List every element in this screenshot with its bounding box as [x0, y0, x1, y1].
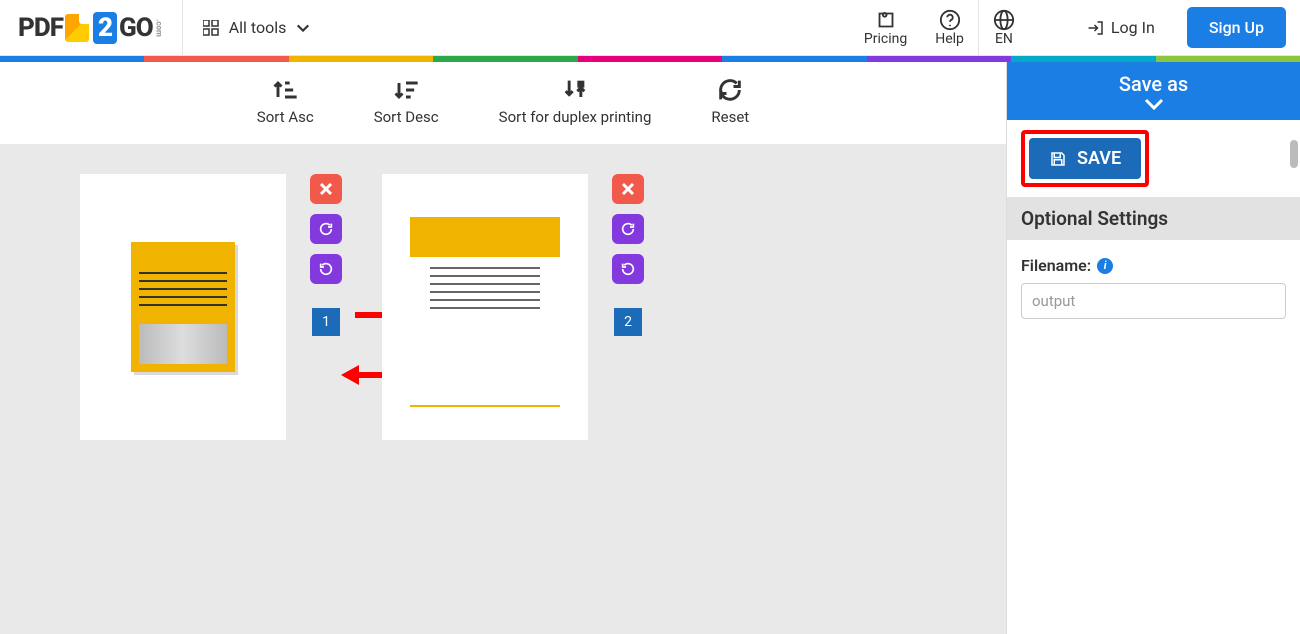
- language-label: EN: [995, 31, 1013, 47]
- all-tools-label: All tools: [229, 18, 287, 37]
- reset-button[interactable]: Reset: [711, 76, 749, 126]
- logo-go: GO: [119, 13, 153, 43]
- page-controls: 1: [310, 174, 342, 336]
- close-icon: [621, 182, 635, 196]
- main-area: Sort Asc Sort Desc Sort for duplex print…: [0, 62, 1300, 634]
- sort-desc-button[interactable]: Sort Desc: [374, 76, 439, 126]
- save-as-dropdown[interactable]: Save as: [1007, 62, 1300, 120]
- sort-asc-button[interactable]: Sort Asc: [257, 76, 314, 126]
- sort-desc-label: Sort Desc: [374, 108, 439, 126]
- save-button-area: SAVE: [1007, 120, 1300, 197]
- rotate-ccw-button[interactable]: [310, 254, 342, 284]
- login-button[interactable]: Log In: [1069, 18, 1173, 37]
- tag-icon: [875, 9, 897, 31]
- save-icon: [1049, 150, 1067, 168]
- reset-icon: [716, 76, 744, 104]
- page-number: 2: [614, 308, 642, 336]
- rotate-ccw-icon: [318, 261, 334, 277]
- help-label: Help: [935, 31, 964, 47]
- login-icon: [1087, 19, 1105, 37]
- close-icon: [319, 182, 333, 196]
- rotate-cw-button[interactable]: [612, 214, 644, 244]
- help-link[interactable]: Help: [921, 0, 978, 55]
- duplex-icon: [561, 76, 589, 104]
- page-thumbnail[interactable]: [382, 174, 588, 440]
- scrollbar-thumb[interactable]: [1290, 140, 1298, 168]
- logo[interactable]: PDF 2 GO .com: [0, 0, 182, 55]
- annotation-highlight: SAVE: [1021, 130, 1149, 187]
- filename-section: Filename: i: [1007, 240, 1300, 335]
- right-panel: Save as SAVE Optional Settings Filename:…: [1006, 62, 1300, 634]
- rotate-ccw-icon: [620, 261, 636, 277]
- filename-input[interactable]: [1021, 283, 1286, 319]
- thumb-preview: [410, 207, 560, 407]
- rotate-cw-icon: [318, 221, 334, 237]
- thumb-preview: [131, 242, 235, 372]
- rotate-cw-icon: [620, 221, 636, 237]
- reset-label: Reset: [711, 108, 749, 126]
- top-header: PDF 2 GO .com All tools Pricing Help EN …: [0, 0, 1300, 56]
- page-group: 2: [382, 174, 644, 604]
- pricing-link[interactable]: Pricing: [850, 0, 921, 55]
- optional-settings-header: Optional Settings: [1007, 197, 1300, 240]
- logo-2: 2: [93, 12, 117, 44]
- logo-com: .com: [155, 19, 164, 37]
- page-number: 1: [312, 308, 340, 336]
- save-label: SAVE: [1077, 148, 1121, 169]
- login-label: Log In: [1111, 18, 1155, 37]
- filename-label: Filename:: [1021, 256, 1091, 275]
- filename-label-row: Filename: i: [1021, 256, 1286, 275]
- all-tools-dropdown[interactable]: All tools: [183, 0, 331, 55]
- help-icon: [939, 9, 961, 31]
- sort-duplex-button[interactable]: Sort for duplex printing: [499, 76, 652, 126]
- sort-duplex-label: Sort for duplex printing: [499, 108, 652, 126]
- logo-pdf: PDF: [18, 13, 63, 43]
- chevron-down-icon: [296, 21, 310, 35]
- save-as-label: Save as: [1119, 72, 1188, 96]
- pages-workspace: 1 2: [0, 144, 1006, 634]
- page-thumbnail[interactable]: [80, 174, 286, 440]
- page-controls: 2: [612, 174, 644, 336]
- sort-desc-icon: [392, 76, 420, 104]
- language-selector[interactable]: EN: [979, 0, 1029, 55]
- pricing-label: Pricing: [864, 31, 907, 47]
- chevron-down-icon: [1144, 98, 1164, 112]
- sort-asc-icon: [271, 76, 299, 104]
- save-button[interactable]: SAVE: [1029, 138, 1141, 179]
- rotate-cw-button[interactable]: [310, 214, 342, 244]
- delete-page-button[interactable]: [310, 174, 342, 204]
- sort-asc-label: Sort Asc: [257, 108, 314, 126]
- left-area: Sort Asc Sort Desc Sort for duplex print…: [0, 62, 1006, 634]
- delete-page-button[interactable]: [612, 174, 644, 204]
- info-icon[interactable]: i: [1097, 258, 1113, 274]
- page-group: 1: [80, 174, 342, 604]
- logo-file-icon: [65, 14, 89, 42]
- globe-icon: [993, 9, 1015, 31]
- sort-toolbar: Sort Asc Sort Desc Sort for duplex print…: [0, 62, 1006, 144]
- grid-icon: [203, 20, 219, 36]
- rotate-ccw-button[interactable]: [612, 254, 644, 284]
- signup-button[interactable]: Sign Up: [1187, 7, 1286, 48]
